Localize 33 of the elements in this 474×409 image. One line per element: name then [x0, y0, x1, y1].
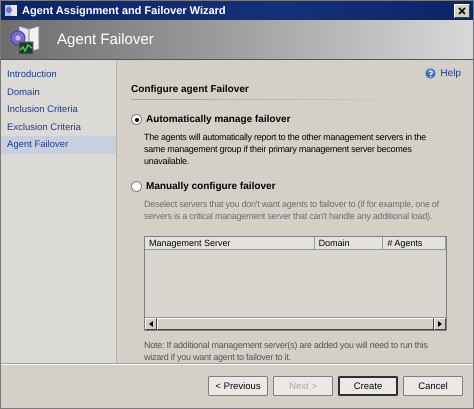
sidebar-item[interactable]: Agent Failover — [1, 136, 116, 154]
page-title: Agent Failover — [57, 31, 154, 48]
note-text: Note: If additional management server(s) are added you will need to run this wizard if you want agent to failover to it. — [144, 339, 429, 363]
scroll-right-button[interactable] — [434, 318, 446, 330]
option-label: Automatically manage failover — [146, 114, 290, 125]
scroll-left-button[interactable] — [145, 318, 157, 330]
close-icon — [458, 6, 466, 14]
right-arrow-icon — [438, 321, 442, 327]
column-header[interactable]: Management Server — [145, 237, 315, 249]
scroll-thumb[interactable] — [157, 318, 434, 330]
column-header[interactable]: # Agents — [383, 237, 446, 249]
sidebar-item[interactable]: Domain — [1, 84, 116, 101]
help-icon — [425, 68, 436, 79]
help-label: Help — [440, 68, 461, 79]
window-title: Agent Assignment and Failover Wizard — [22, 4, 227, 16]
column-header[interactable]: Domain — [314, 237, 384, 249]
help-link[interactable]: Help — [425, 68, 461, 79]
horizontal-scrollbar[interactable] — [145, 317, 446, 330]
wizard-button[interactable]: Cancel — [403, 376, 463, 396]
close-button[interactable] — [454, 4, 470, 18]
wizard-icon — [4, 4, 18, 17]
sidebar-item[interactable]: Exclusion Criteria — [1, 118, 116, 136]
radio-button[interactable] — [131, 181, 142, 192]
section-title: Configure agent Failover — [131, 81, 461, 100]
wizard-button[interactable]: < Previous — [208, 376, 268, 396]
option-description: Deselect servers that you don't want agents to failover to (if for example, one of servers is a critical management server that can't handle any additional load). — [144, 198, 440, 222]
sidebar-item[interactable]: Inclusion Criteria — [1, 101, 116, 118]
radio-button[interactable] — [131, 114, 142, 125]
option-label: Manually configure failover — [146, 181, 276, 192]
option-description: The agents will automatically report to the other management servers in the same management group if their primary management server becomes unavailable. — [144, 131, 427, 167]
left-arrow-icon — [149, 321, 153, 327]
wizard-button[interactable]: Create — [338, 376, 398, 396]
sidebar-item[interactable]: Introduction — [1, 66, 116, 84]
